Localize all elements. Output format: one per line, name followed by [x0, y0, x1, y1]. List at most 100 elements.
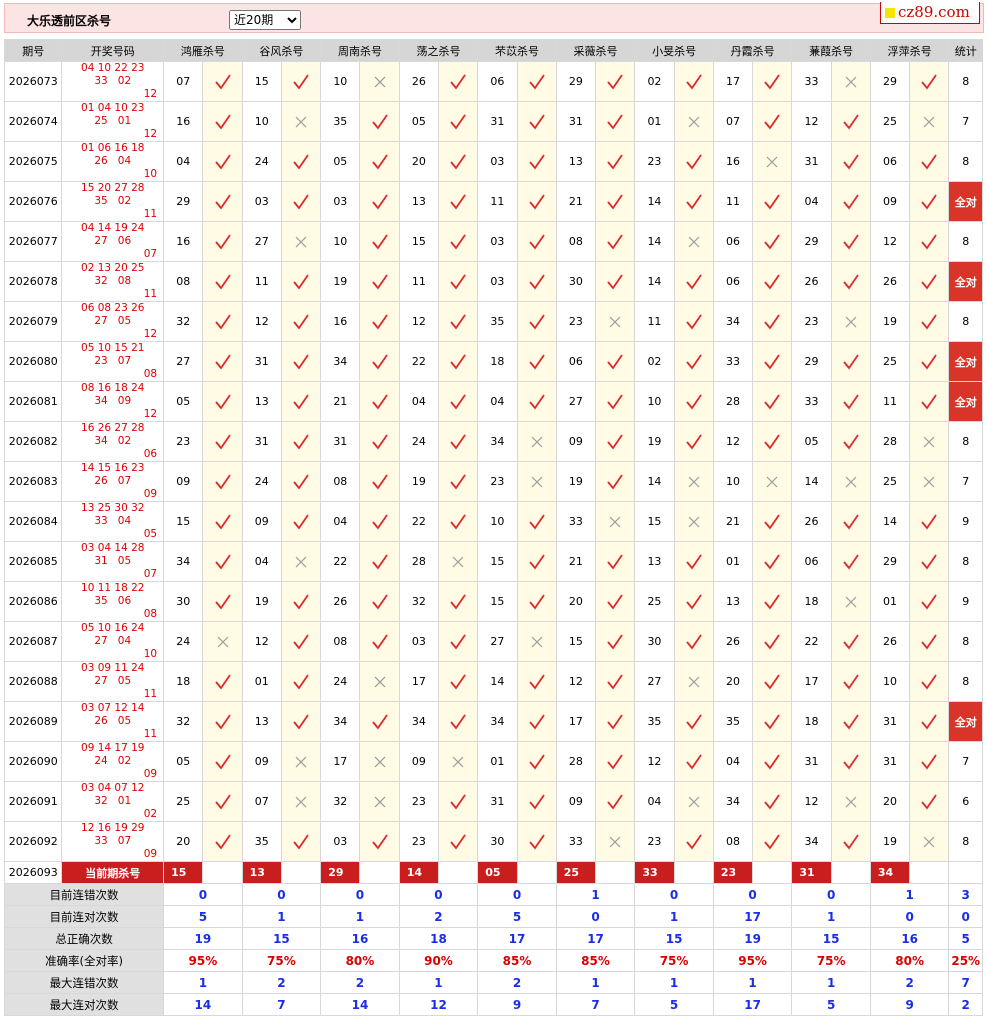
- cross-icon: [531, 636, 543, 647]
- result-correct: [673, 381, 714, 422]
- issue-number: 2026088: [3, 661, 63, 702]
- draw-back-number: 07: [117, 475, 132, 487]
- summary-value: 0: [555, 905, 636, 928]
- cross-icon: [452, 756, 464, 767]
- table-row: 2026089 03 07 12 14 26 05 11 32 13 34 34 34 17 35…: [3, 701, 983, 742]
- draw-back-line: 02: [143, 808, 158, 820]
- cross-icon: [374, 76, 386, 87]
- summary-value: 17: [712, 993, 793, 1016]
- check-icon: [843, 713, 859, 729]
- stat-count: 9: [948, 501, 983, 542]
- kill-number: 05: [398, 101, 439, 142]
- kill-number: 06: [712, 261, 754, 302]
- result-correct: [516, 381, 557, 422]
- kill-number: 12: [634, 741, 675, 782]
- result-wrong: [280, 101, 322, 142]
- check-icon: [921, 513, 938, 529]
- table-row: 2026086 10 11 18 22 35 06 08 30 19 26 32 15 20 25…: [3, 581, 983, 622]
- kill-number: 09: [398, 741, 439, 782]
- kill-number: 06: [712, 221, 754, 262]
- draw-numbers: 03 07 12 14 26 05 11: [61, 701, 165, 742]
- kill-number: 04: [791, 181, 832, 222]
- result-correct: [909, 141, 950, 182]
- kill-number: 03: [477, 141, 518, 182]
- kill-number: 13: [398, 181, 439, 222]
- kill-number: 28: [869, 421, 911, 462]
- table-row: 2026087 05 10 16 24 27 04 10 24 12 08 03 27 15 30…: [3, 621, 983, 662]
- check-icon: [528, 153, 545, 169]
- cross-icon: [688, 676, 700, 687]
- draw-back-line: 12: [143, 128, 158, 140]
- result-correct: [516, 581, 557, 622]
- check-icon: [843, 193, 859, 209]
- draw-back-number: 02: [117, 755, 132, 767]
- check-icon: [214, 713, 231, 729]
- kill-number: 04: [477, 381, 518, 422]
- kill-number: 31: [477, 781, 518, 822]
- summary-row: 最大连对次数 14 7 14 12 9 7 5 17 5 9 2: [3, 993, 983, 1016]
- result-correct: [280, 581, 322, 622]
- current-blank: [830, 861, 871, 884]
- check-icon: [214, 473, 231, 489]
- summary-value: 2: [948, 993, 983, 1016]
- draw-front-numbers: 13 25 30 32 33: [81, 502, 145, 527]
- column-header: 鸿雁杀号: [163, 39, 243, 62]
- summary-value: 2: [398, 905, 479, 928]
- kill-number: 15: [398, 221, 439, 262]
- stat-count: 全对: [948, 701, 983, 742]
- stat-count: 6: [948, 781, 983, 822]
- period-select[interactable]: 近20期: [229, 10, 301, 30]
- result-wrong: [437, 741, 479, 782]
- result-correct: [673, 821, 714, 862]
- kill-number: 29: [163, 181, 204, 222]
- result-correct: [437, 821, 479, 862]
- result-wrong: [595, 301, 636, 342]
- draw-front-line: 13 25 30 32 33 04: [62, 502, 163, 528]
- summary-label: 最大连对次数: [3, 993, 165, 1016]
- draw-numbers: 04 10 22 23 33 02 12: [61, 61, 165, 102]
- check-icon: [450, 513, 466, 529]
- kill-number: 23: [398, 821, 439, 862]
- check-icon: [450, 233, 466, 249]
- kill-number: 14: [869, 501, 911, 542]
- column-header: 周南杀号: [320, 39, 400, 62]
- cross-icon: [609, 836, 621, 847]
- draw-numbers: 16 26 27 28 34 02 06: [61, 421, 165, 462]
- kill-number: 18: [791, 581, 832, 622]
- check-icon: [371, 113, 388, 129]
- draw-front-line: 01 04 10 23 25 01: [62, 102, 163, 128]
- kill-number: 32: [398, 581, 439, 622]
- kill-number: 19: [398, 461, 439, 502]
- check-icon: [764, 593, 780, 609]
- result-correct: [280, 61, 322, 102]
- kill-number: 02: [634, 341, 675, 382]
- result-correct: [830, 261, 871, 302]
- check-icon: [764, 553, 780, 569]
- check-icon: [921, 73, 938, 89]
- summary-value: 14: [163, 993, 243, 1016]
- kill-number: 09: [555, 421, 597, 462]
- result-correct: [595, 541, 636, 582]
- kill-number: 30: [477, 821, 518, 862]
- kill-number: 08: [320, 461, 361, 502]
- current-blank: [437, 861, 479, 884]
- check-icon: [843, 113, 859, 129]
- result-wrong: [752, 141, 793, 182]
- draw-numbers: 01 04 10 23 25 01 12: [61, 101, 165, 142]
- site-logo[interactable]: cz89.com: [880, 2, 980, 24]
- table-row: 2026083 14 15 16 23 26 07 09 09 24 08 19 23 19 14…: [3, 461, 983, 502]
- result-wrong: [280, 741, 322, 782]
- draw-numbers: 10 11 18 22 35 06 08: [61, 581, 165, 622]
- draw-back-number: 04: [117, 635, 132, 647]
- kill-number: 11: [477, 181, 518, 222]
- check-icon: [214, 273, 231, 289]
- result-correct: [909, 181, 950, 222]
- result-correct: [437, 101, 479, 142]
- result-correct: [830, 741, 871, 782]
- summary-value: 7: [241, 993, 322, 1016]
- check-icon: [371, 353, 388, 369]
- draw-front-numbers: 15 20 27 28 35: [81, 182, 145, 207]
- summary-label: 最大连错次数: [3, 971, 165, 994]
- kill-number: 35: [712, 701, 754, 742]
- kill-number: 26: [791, 501, 832, 542]
